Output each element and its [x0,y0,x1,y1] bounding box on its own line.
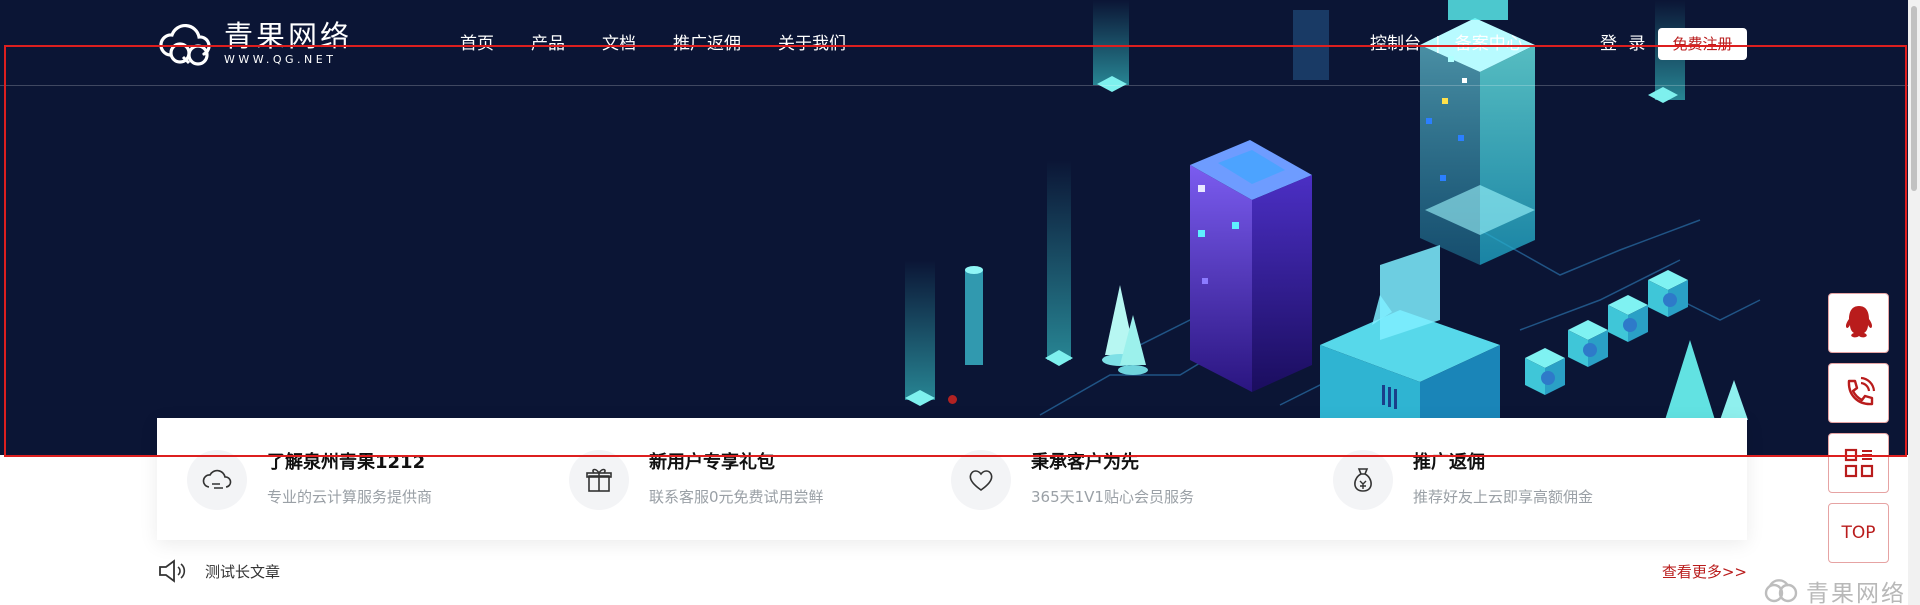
nav-products[interactable]: 产品 [531,32,565,56]
feature-desc: 专业的云计算服务提供商 [267,488,433,506]
money-bag-icon [1333,450,1393,510]
console-link[interactable]: 控制台 [1370,32,1421,56]
register-button[interactable]: 免费注册 [1658,28,1747,60]
notice-bar: 测试长文章 查看更多>> [157,556,1747,586]
view-more-link[interactable]: 查看更多>> [1662,561,1747,582]
feature-card: 了解泉州青果1212 专业的云计算服务提供商 新用户专享礼包 联系客服0元免费试… [157,418,1747,540]
nav-home[interactable]: 首页 [460,32,494,56]
qq-button[interactable] [1828,293,1889,353]
site-header: 青果网络 WWW.QG.NET 首页 产品 文档 推广返佣 关于我们 控制台 |… [0,0,1908,86]
site-logo[interactable]: 青果网络 WWW.QG.NET [156,20,352,67]
phone-button[interactable] [1828,363,1889,423]
nav-about[interactable]: 关于我们 [778,32,846,56]
logo-name-cn: 青果网络 [224,19,353,53]
back-to-top-button[interactable]: TOP [1828,503,1889,563]
page-scrollbar[interactable] [1908,0,1920,605]
page: 青果网络 WWW.QG.NET 首页 产品 文档 推广返佣 关于我们 控制台 |… [0,0,1920,605]
feature-title: 新用户专享礼包 [649,452,775,473]
hero-banner[interactable]: 青果网络 WWW.QG.NET 首页 产品 文档 推广返佣 关于我们 控制台 |… [0,0,1908,455]
carousel-indicator[interactable] [948,395,957,404]
scrollbar-thumb[interactable] [1911,6,1917,191]
cloud-icon [187,450,247,510]
qq-icon [1845,306,1872,338]
header-separator: | [1435,34,1441,54]
feature-item[interactable]: 新用户专享礼包 联系客服0元免费试用尝鲜 [539,418,921,540]
notice-text[interactable]: 测试长文章 [205,561,280,582]
filing-center-link[interactable]: 备案中心 [1455,32,1523,56]
watermark-logo-icon [1764,579,1798,603]
logo-name-en: WWW.QG.NET [224,53,337,66]
gift-icon [569,450,629,510]
main-nav: 首页 产品 文档 推广返佣 关于我们 [460,32,883,56]
feature-title: 了解泉州青果1212 [267,452,426,473]
heart-icon [951,450,1011,510]
feature-title: 推广返佣 [1413,452,1485,473]
back-to-top-label: TOP [1841,523,1876,543]
watermark-text: 青果网络 [1806,581,1906,605]
header-links: 控制台 | 备案中心 [1370,32,1523,56]
feature-item[interactable]: 了解泉州青果1212 专业的云计算服务提供商 [157,418,539,540]
feature-desc: 365天1V1贴心会员服务 [1031,488,1194,506]
nav-docs[interactable]: 文档 [602,32,636,56]
feature-desc: 推荐好友上云即享高额佣金 [1413,488,1594,506]
feature-item[interactable]: 秉承客户为先 365天1V1贴心会员服务 [921,418,1303,540]
feature-desc: 联系客服0元免费试用尝鲜 [649,488,824,506]
phone-icon [1847,376,1875,406]
login-link[interactable]: 登 录 [1600,32,1648,56]
speaker-icon [159,559,186,583]
cloud-logo-icon [159,23,211,66]
feature-title: 秉承客户为先 [1031,452,1139,473]
feature-item[interactable]: 推广返佣 推荐好友上云即享高额佣金 [1303,418,1685,540]
qrcode-icon [1844,448,1873,478]
qrcode-button[interactable] [1828,433,1889,493]
nav-referral[interactable]: 推广返佣 [673,32,741,56]
watermark: 青果网络 [1762,574,1906,605]
